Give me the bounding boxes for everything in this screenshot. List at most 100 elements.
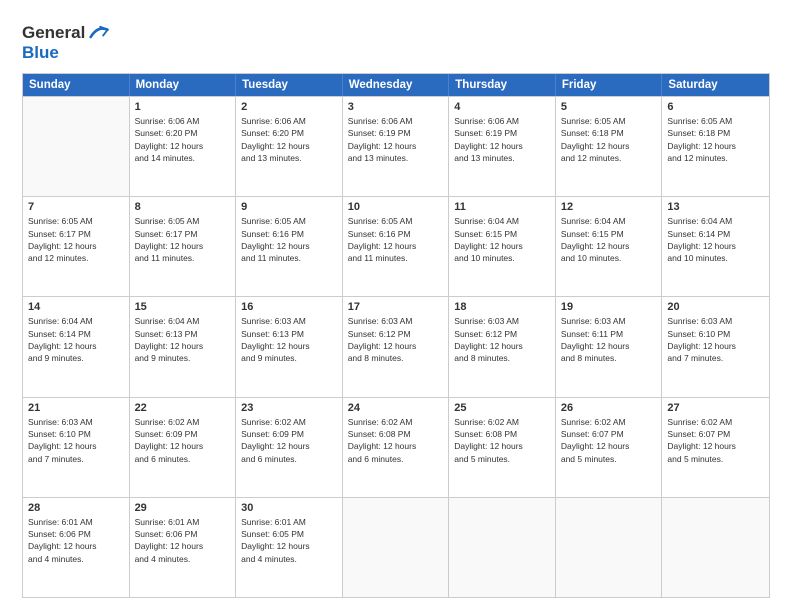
day-cell-4: 4 Sunrise: 6:06 AM Sunset: 6:19 PM Daylig… bbox=[449, 97, 556, 196]
day-number: 18 bbox=[454, 301, 550, 313]
day-cell-6: 6 Sunrise: 6:05 AM Sunset: 6:18 PM Daylig… bbox=[662, 97, 769, 196]
day-number: 23 bbox=[241, 402, 337, 414]
day-cell-27: 27Sunrise: 6:02 AM Sunset: 6:07 PM Dayli… bbox=[662, 398, 769, 497]
day-number: 19 bbox=[561, 301, 657, 313]
day-cell-21: 21Sunrise: 6:03 AM Sunset: 6:10 PM Dayli… bbox=[23, 398, 130, 497]
day-number: 30 bbox=[241, 502, 337, 514]
calendar-row-1: 1 Sunrise: 6:06 AM Sunset: 6:20 PM Daylig… bbox=[23, 96, 769, 196]
day-cell-24: 24 Sunrise: 6:02 AM Sunset: 6:08 PM Dayli… bbox=[343, 398, 450, 497]
day-info: Sunrise: 6:04 AM Sunset: 6:15 PM Dayligh… bbox=[454, 215, 550, 264]
day-cell-empty-4-3 bbox=[343, 498, 450, 597]
calendar-body: 1 Sunrise: 6:06 AM Sunset: 6:20 PM Daylig… bbox=[23, 96, 769, 597]
day-number: 9 bbox=[241, 201, 337, 213]
calendar-row-3: 14 Sunrise: 6:04 AM Sunset: 6:14 PM Dayli… bbox=[23, 296, 769, 396]
day-info: Sunrise: 6:04 AM Sunset: 6:14 PM Dayligh… bbox=[28, 315, 124, 364]
day-number: 20 bbox=[667, 301, 764, 313]
day-info: Sunrise: 6:02 AM Sunset: 6:09 PM Dayligh… bbox=[135, 416, 231, 465]
day-cell-8: 8 Sunrise: 6:05 AM Sunset: 6:17 PM Daylig… bbox=[130, 197, 237, 296]
header-day-sunday: Sunday bbox=[23, 74, 130, 96]
day-info: Sunrise: 6:06 AM Sunset: 6:19 PM Dayligh… bbox=[348, 115, 444, 164]
day-info: Sunrise: 6:03 AM Sunset: 6:12 PM Dayligh… bbox=[348, 315, 444, 364]
day-cell-18: 18 Sunrise: 6:03 AM Sunset: 6:12 PM Dayli… bbox=[449, 297, 556, 396]
day-cell-14: 14 Sunrise: 6:04 AM Sunset: 6:14 PM Dayli… bbox=[23, 297, 130, 396]
day-info: Sunrise: 6:02 AM Sunset: 6:08 PM Dayligh… bbox=[348, 416, 444, 465]
day-info: Sunrise: 6:05 AM Sunset: 6:16 PM Dayligh… bbox=[241, 215, 337, 264]
day-info: Sunrise: 6:05 AM Sunset: 6:18 PM Dayligh… bbox=[667, 115, 764, 164]
calendar-header: SundayMondayTuesdayWednesdayThursdayFrid… bbox=[23, 74, 769, 96]
calendar-row-2: 7 Sunrise: 6:05 AM Sunset: 6:17 PM Daylig… bbox=[23, 196, 769, 296]
day-info: Sunrise: 6:03 AM Sunset: 6:13 PM Dayligh… bbox=[241, 315, 337, 364]
day-number: 28 bbox=[28, 502, 124, 514]
header-day-friday: Friday bbox=[556, 74, 663, 96]
day-info: Sunrise: 6:02 AM Sunset: 6:08 PM Dayligh… bbox=[454, 416, 550, 465]
day-cell-9: 9 Sunrise: 6:05 AM Sunset: 6:16 PM Daylig… bbox=[236, 197, 343, 296]
day-cell-26: 26 Sunrise: 6:02 AM Sunset: 6:07 PM Dayli… bbox=[556, 398, 663, 497]
day-number: 25 bbox=[454, 402, 550, 414]
day-number: 5 bbox=[561, 101, 657, 113]
day-cell-29: 29 Sunrise: 6:01 AM Sunset: 6:06 PM Dayli… bbox=[130, 498, 237, 597]
day-number: 14 bbox=[28, 301, 124, 313]
day-cell-15: 15 Sunrise: 6:04 AM Sunset: 6:13 PM Dayli… bbox=[130, 297, 237, 396]
day-cell-7: 7 Sunrise: 6:05 AM Sunset: 6:17 PM Daylig… bbox=[23, 197, 130, 296]
day-cell-2: 2 Sunrise: 6:06 AM Sunset: 6:20 PM Daylig… bbox=[236, 97, 343, 196]
day-cell-11: 11 Sunrise: 6:04 AM Sunset: 6:15 PM Dayli… bbox=[449, 197, 556, 296]
logo: General Blue bbox=[22, 22, 109, 63]
day-info: Sunrise: 6:05 AM Sunset: 6:18 PM Dayligh… bbox=[561, 115, 657, 164]
day-number: 8 bbox=[135, 201, 231, 213]
day-number: 6 bbox=[667, 101, 764, 113]
day-cell-1: 1 Sunrise: 6:06 AM Sunset: 6:20 PM Daylig… bbox=[130, 97, 237, 196]
day-info: Sunrise: 6:04 AM Sunset: 6:15 PM Dayligh… bbox=[561, 215, 657, 264]
day-number: 22 bbox=[135, 402, 231, 414]
page: General Blue SundayMondayTuesdayWednesda… bbox=[0, 0, 792, 612]
day-number: 1 bbox=[135, 101, 231, 113]
day-info: Sunrise: 6:03 AM Sunset: 6:11 PM Dayligh… bbox=[561, 315, 657, 364]
day-cell-empty-4-5 bbox=[556, 498, 663, 597]
day-number: 26 bbox=[561, 402, 657, 414]
day-cell-16: 16 Sunrise: 6:03 AM Sunset: 6:13 PM Dayli… bbox=[236, 297, 343, 396]
header: General Blue bbox=[22, 18, 770, 63]
day-info: Sunrise: 6:01 AM Sunset: 6:05 PM Dayligh… bbox=[241, 516, 337, 565]
day-number: 2 bbox=[241, 101, 337, 113]
day-cell-empty-4-4 bbox=[449, 498, 556, 597]
day-number: 15 bbox=[135, 301, 231, 313]
day-cell-empty-0-0 bbox=[23, 97, 130, 196]
day-number: 4 bbox=[454, 101, 550, 113]
day-info: Sunrise: 6:06 AM Sunset: 6:20 PM Dayligh… bbox=[135, 115, 231, 164]
day-info: Sunrise: 6:03 AM Sunset: 6:10 PM Dayligh… bbox=[667, 315, 764, 364]
day-info: Sunrise: 6:04 AM Sunset: 6:14 PM Dayligh… bbox=[667, 215, 764, 264]
day-cell-23: 23 Sunrise: 6:02 AM Sunset: 6:09 PM Dayli… bbox=[236, 398, 343, 497]
logo-text-general: General bbox=[22, 24, 85, 43]
day-number: 16 bbox=[241, 301, 337, 313]
day-info: Sunrise: 6:05 AM Sunset: 6:17 PM Dayligh… bbox=[28, 215, 124, 264]
day-cell-25: 25 Sunrise: 6:02 AM Sunset: 6:08 PM Dayli… bbox=[449, 398, 556, 497]
day-info: Sunrise: 6:03 AM Sunset: 6:12 PM Dayligh… bbox=[454, 315, 550, 364]
day-cell-13: 13 Sunrise: 6:04 AM Sunset: 6:14 PM Dayli… bbox=[662, 197, 769, 296]
day-number: 17 bbox=[348, 301, 444, 313]
day-info: Sunrise: 6:02 AM Sunset: 6:07 PM Dayligh… bbox=[561, 416, 657, 465]
day-info: Sunrise: 6:02 AM Sunset: 6:09 PM Dayligh… bbox=[241, 416, 337, 465]
day-cell-28: 28 Sunrise: 6:01 AM Sunset: 6:06 PM Dayli… bbox=[23, 498, 130, 597]
day-number: 11 bbox=[454, 201, 550, 213]
day-number: 29 bbox=[135, 502, 231, 514]
calendar: SundayMondayTuesdayWednesdayThursdayFrid… bbox=[22, 73, 770, 598]
day-info: Sunrise: 6:05 AM Sunset: 6:16 PM Dayligh… bbox=[348, 215, 444, 264]
header-day-wednesday: Wednesday bbox=[343, 74, 450, 96]
logo-icon bbox=[87, 22, 109, 44]
day-info: Sunrise: 6:05 AM Sunset: 6:17 PM Dayligh… bbox=[135, 215, 231, 264]
day-cell-12: 12Sunrise: 6:04 AM Sunset: 6:15 PM Dayli… bbox=[556, 197, 663, 296]
day-number: 7 bbox=[28, 201, 124, 213]
day-info: Sunrise: 6:04 AM Sunset: 6:13 PM Dayligh… bbox=[135, 315, 231, 364]
day-cell-10: 10Sunrise: 6:05 AM Sunset: 6:16 PM Dayli… bbox=[343, 197, 450, 296]
day-info: Sunrise: 6:06 AM Sunset: 6:20 PM Dayligh… bbox=[241, 115, 337, 164]
day-number: 27 bbox=[667, 402, 764, 414]
day-cell-20: 20 Sunrise: 6:03 AM Sunset: 6:10 PM Dayli… bbox=[662, 297, 769, 396]
day-number: 3 bbox=[348, 101, 444, 113]
day-info: Sunrise: 6:06 AM Sunset: 6:19 PM Dayligh… bbox=[454, 115, 550, 164]
day-info: Sunrise: 6:01 AM Sunset: 6:06 PM Dayligh… bbox=[28, 516, 124, 565]
header-day-thursday: Thursday bbox=[449, 74, 556, 96]
header-day-tuesday: Tuesday bbox=[236, 74, 343, 96]
day-number: 13 bbox=[667, 201, 764, 213]
day-number: 24 bbox=[348, 402, 444, 414]
day-cell-30: 30 Sunrise: 6:01 AM Sunset: 6:05 PM Dayli… bbox=[236, 498, 343, 597]
day-info: Sunrise: 6:01 AM Sunset: 6:06 PM Dayligh… bbox=[135, 516, 231, 565]
